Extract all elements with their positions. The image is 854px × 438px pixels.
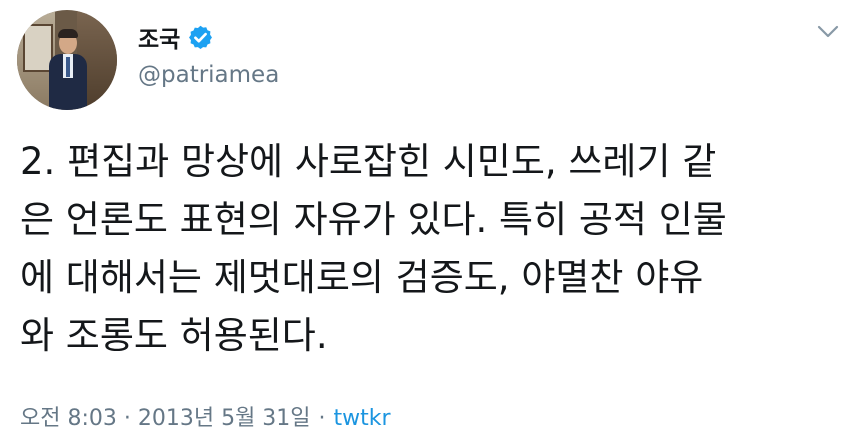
tweet-timestamp[interactable]: 오전 8:03 · 2013년 5월 31일 [20, 406, 311, 431]
avatar-figure-hair [58, 29, 78, 38]
tweet-text-line: 와 조롱도 허용된다. [20, 314, 328, 357]
tweet-card: 조국 @patriamea 2. 편집과 망상에 사로잡힌 시민도, 쓰레기 같… [0, 0, 854, 438]
tweet-source-link[interactable]: twtkr [334, 406, 391, 431]
chevron-down-icon[interactable] [816, 24, 840, 40]
tweet-text-line: 에 대해서는 제멋대로의 검증도, 야멸찬 야유 [20, 256, 704, 299]
user-handle[interactable]: @patriamea [138, 62, 279, 88]
tweet-text: 2. 편집과 망상에 사로잡힌 시민도, 쓰레기 같 은 언론도 표현의 자유가… [20, 133, 840, 365]
tweet-text-line: 2. 편집과 망상에 사로잡힌 시민도, 쓰레기 같 [20, 140, 717, 183]
avatar[interactable] [17, 10, 117, 110]
meta-separator: · [318, 406, 326, 431]
avatar-figure-tie [66, 57, 70, 77]
display-name[interactable]: 조국 [138, 20, 180, 54]
tweet-meta: 오전 8:03 · 2013년 5월 31일 · twtkr [20, 400, 391, 432]
verified-badge-icon [189, 25, 213, 49]
tweet-text-line: 은 언론도 표현의 자유가 있다. 특히 공적 인물 [20, 198, 727, 241]
display-name-row[interactable]: 조국 [138, 20, 214, 54]
